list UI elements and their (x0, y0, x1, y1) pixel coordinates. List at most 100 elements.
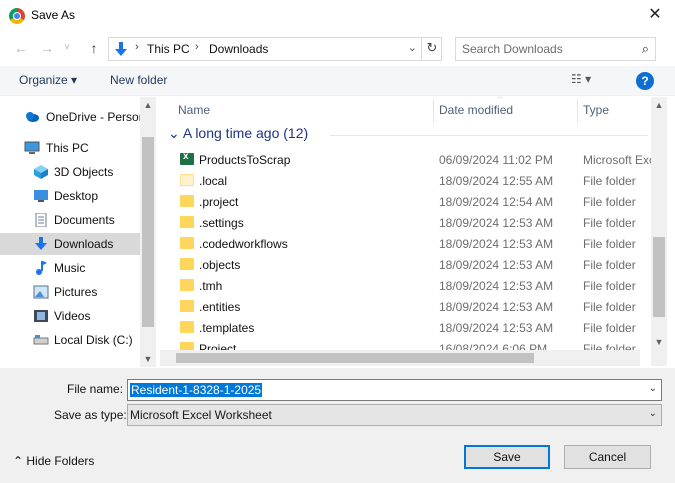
scroll-down-icon[interactable]: ▼ (140, 351, 156, 367)
back-button[interactable]: ← (11, 38, 31, 58)
file-row[interactable]: .codedworkflows 18/09/2024 12:53 AM File… (160, 234, 655, 255)
sidebar-item-videos[interactable]: Videos (0, 305, 140, 327)
document-icon (35, 213, 47, 227)
search-icon[interactable]: ⌕ (642, 41, 649, 57)
organize-button[interactable]: Organize ▾ (19, 73, 77, 87)
chevron-down-icon[interactable]: ⌄ (649, 383, 657, 394)
file-type: File folder (583, 300, 636, 314)
save-as-type-select[interactable]: Microsoft Excel Worksheet ⌄ (127, 404, 662, 426)
computer-icon (24, 141, 40, 154)
sidebar-item-music[interactable]: Music (0, 257, 140, 279)
file-row[interactable]: .templates 18/09/2024 12:53 AM File fold… (160, 318, 655, 339)
column-header-date[interactable]: Date modified (439, 103, 513, 117)
save-button[interactable]: Save (464, 445, 550, 469)
recent-locations-button[interactable]: ˅ (60, 38, 74, 58)
column-header-type[interactable]: Type (583, 103, 609, 117)
scroll-up-icon[interactable]: ▲ (140, 97, 156, 113)
file-row[interactable]: .settings 18/09/2024 12:53 AM File folde… (160, 213, 655, 234)
file-date: 06/09/2024 11:02 PM (439, 153, 553, 167)
address-bar[interactable]: › This PC › Downloads ⌄ (108, 37, 442, 61)
file-date: 18/09/2024 12:54 AM (439, 195, 554, 209)
navigation-bar: ← → ˅ ↑ › This PC › Downloads ⌄ ↻ ⌕ (0, 34, 675, 62)
file-type: File folder (583, 321, 636, 335)
folder-icon (180, 237, 194, 249)
file-row[interactable]: .local 18/09/2024 12:55 AM File folder (160, 171, 655, 192)
folder-icon (180, 321, 194, 333)
file-date: 18/09/2024 12:53 AM (439, 237, 554, 251)
sidebar-item-pictures[interactable]: Pictures (0, 281, 140, 303)
folder-icon (180, 258, 194, 270)
file-row[interactable]: .tmh 18/09/2024 12:53 AM File folder (160, 276, 655, 297)
search-input[interactable] (462, 40, 632, 58)
save-as-type-label: Save as type: (54, 408, 127, 422)
help-icon[interactable]: ? (636, 72, 654, 90)
file-date: 18/09/2024 12:53 AM (439, 321, 554, 335)
file-list-horizontal-scrollbar[interactable] (160, 350, 640, 366)
chevron-down-icon[interactable]: ⌄ (649, 408, 657, 419)
file-name-field[interactable]: Resident-1-8328-1-2025 ⌄ (127, 379, 662, 401)
file-row[interactable]: .objects 18/09/2024 12:53 AM File folder (160, 255, 655, 276)
cancel-button[interactable]: Cancel (564, 445, 651, 469)
desktop-icon (34, 190, 48, 202)
sidebar-item-onedrive[interactable]: OneDrive - Person (0, 106, 145, 128)
new-folder-button[interactable]: New folder (110, 73, 167, 87)
file-name: .local (199, 174, 228, 188)
breadcrumb-this-pc[interactable]: This PC (147, 42, 190, 56)
file-row[interactable]: .project 18/09/2024 12:54 AM File folder (160, 192, 655, 213)
disk-icon (33, 335, 49, 345)
file-row[interactable]: .entities 18/09/2024 12:53 AM File folde… (160, 297, 655, 318)
sidebar-item-label: 3D Objects (54, 165, 114, 179)
address-dropdown-icon[interactable]: ⌄ (408, 41, 417, 54)
column-divider[interactable] (577, 99, 578, 123)
file-list-vertical-scrollbar[interactable]: ▲ ▼ (651, 97, 667, 350)
sidebar-item-local-disk[interactable]: Local Disk (C:) (0, 329, 140, 351)
file-row[interactable]: ProductsToScrap 06/09/2024 11:02 PM Micr… (160, 150, 655, 171)
save-form: File name: Resident-1-8328-1-2025 ⌄ Save… (0, 368, 675, 483)
scroll-up-icon[interactable]: ▲ (651, 97, 667, 113)
view-options-button[interactable]: ☷ ▾ (571, 72, 611, 90)
sidebar-item-label: Documents (54, 213, 115, 227)
chevron-down-icon: ⌄ (168, 125, 180, 141)
sidebar-item-label: Videos (54, 309, 91, 323)
sidebar-item-documents[interactable]: Documents (0, 209, 140, 231)
file-type: File folder (583, 258, 636, 272)
refresh-button[interactable]: ↻ (421, 37, 442, 61)
breadcrumb-downloads[interactable]: Downloads (209, 42, 268, 56)
file-date: 18/09/2024 12:53 AM (439, 279, 554, 293)
folder-icon (180, 216, 194, 228)
up-button[interactable]: ↑ (84, 38, 104, 58)
sidebar-scrollbar[interactable]: ▲ ▼ (140, 97, 156, 367)
navigation-pane: OneDrive - Person This PC 3D Objects Des… (0, 97, 156, 367)
scroll-corner (651, 350, 667, 366)
close-button[interactable]: ✕ (640, 4, 670, 26)
sidebar-scroll-thumb[interactable] (142, 137, 154, 327)
forward-button[interactable]: → (37, 38, 57, 58)
sidebar-item-label: Pictures (54, 285, 98, 299)
chrome-icon (9, 8, 25, 24)
file-name-value[interactable]: Resident-1-8328-1-2025 (130, 383, 263, 397)
sidebar-item-label: Music (54, 261, 86, 275)
sidebar-item-downloads[interactable]: Downloads (0, 233, 140, 255)
sidebar-item-this-pc[interactable]: This PC (0, 137, 140, 159)
column-header-name[interactable]: Name (178, 103, 210, 117)
file-name: .codedworkflows (199, 237, 288, 251)
title-bar: Save As ✕ (0, 0, 675, 32)
search-box[interactable]: ⌕ (455, 37, 656, 61)
file-date: 18/09/2024 12:53 AM (439, 216, 554, 230)
folder-icon (180, 279, 194, 291)
sidebar-item-3d-objects[interactable]: 3D Objects (0, 161, 140, 183)
group-header[interactable]: ⌄ A long time ago (12) (168, 125, 308, 142)
file-date: 18/09/2024 12:55 AM (439, 174, 554, 188)
file-name: .project (199, 195, 239, 209)
column-divider[interactable] (433, 99, 434, 123)
vertical-scroll-thumb[interactable] (653, 237, 665, 317)
horizontal-scroll-thumb[interactable] (176, 353, 534, 363)
file-name: .templates (199, 321, 255, 335)
cube-icon (34, 165, 48, 179)
folder-icon (180, 195, 194, 207)
sidebar-item-desktop[interactable]: Desktop (0, 185, 140, 207)
videos-icon (34, 310, 48, 322)
scroll-down-icon[interactable]: ▼ (651, 334, 667, 350)
pictures-icon (33, 285, 49, 299)
hide-folders-button[interactable]: ⌃ Hide Folders (13, 454, 94, 468)
